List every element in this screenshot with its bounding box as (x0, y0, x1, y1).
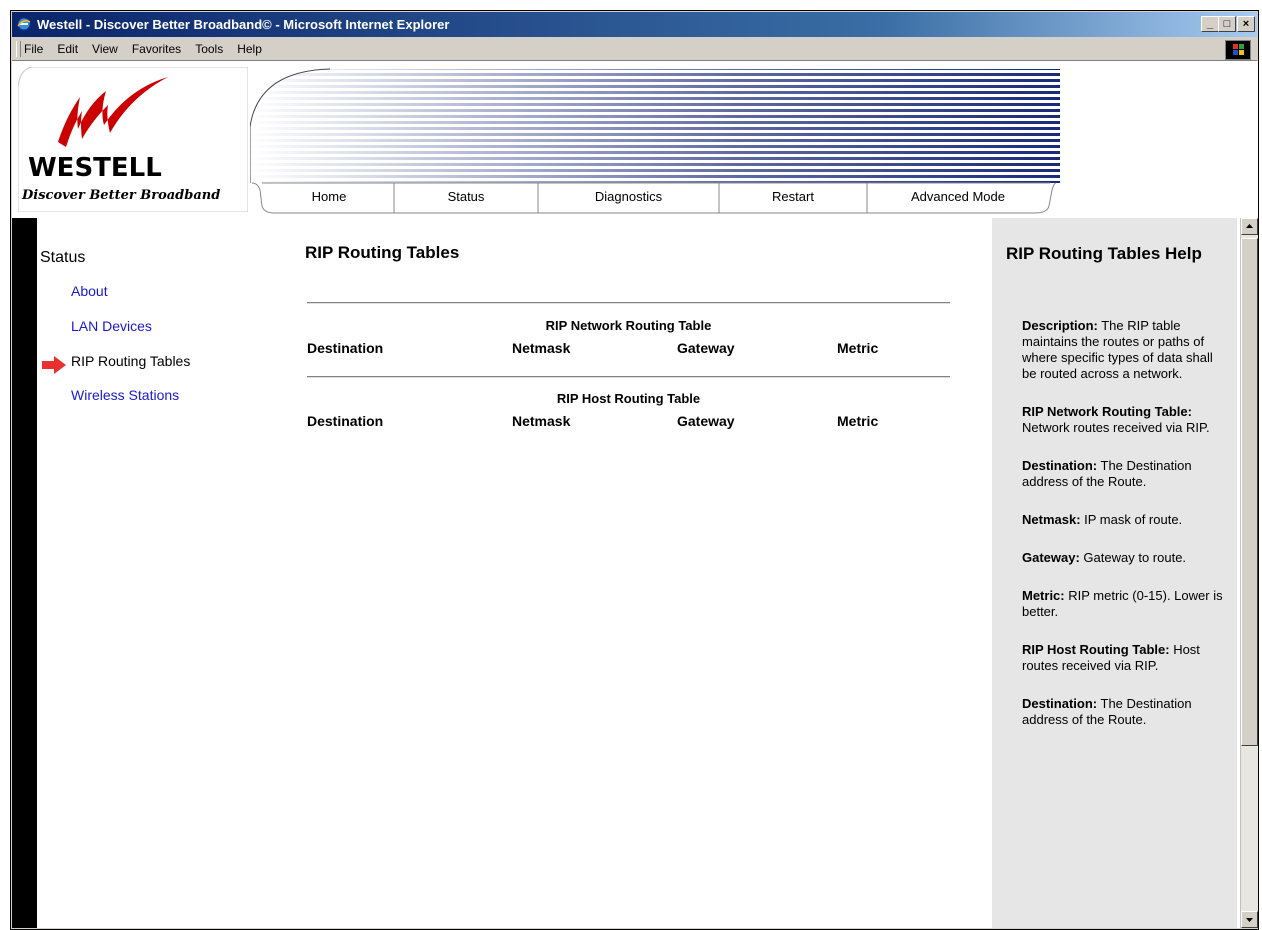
network-col-netmask: Netmask (512, 340, 571, 356)
help-term: Destination: (1022, 696, 1098, 711)
help-text: IP mask of route. (1080, 512, 1183, 527)
menu-view[interactable]: View (92, 42, 118, 56)
scroll-thumb[interactable] (1241, 238, 1258, 746)
close-button[interactable]: × (1237, 16, 1255, 32)
help-entry: Netmask: IP mask of route. (1022, 512, 1227, 528)
menu-file[interactable]: File (24, 42, 43, 56)
help-entry: Gateway: Gateway to route. (1022, 550, 1227, 566)
menu-favorites[interactable]: Favorites (132, 42, 181, 56)
help-entry: Metric: RIP metric (0-15). Lower is bett… (1022, 588, 1227, 620)
minimize-button[interactable]: _ (1201, 16, 1219, 32)
menu-tools[interactable]: Tools (195, 42, 223, 56)
help-term: Gateway: (1022, 550, 1080, 565)
network-col-metric: Metric (837, 340, 879, 356)
sidebar-item-about[interactable]: About (71, 283, 108, 299)
host-col-destination: Destination (307, 413, 384, 429)
help-term: Description: (1022, 318, 1098, 333)
main-content: RIP Routing Tables RIP Network Routing T… (287, 218, 987, 928)
main-nav-tabs: Home Status Diagnostics Restart Advanced… (250, 182, 1057, 214)
tab-home[interactable]: Home (264, 182, 394, 214)
tab-advanced-mode[interactable]: Advanced Mode (867, 182, 1049, 214)
brand-text: WESTELL (28, 153, 162, 183)
help-term: Netmask: (1022, 512, 1081, 527)
help-term: RIP Host Routing Table: (1022, 642, 1170, 657)
page-content: WESTELL Discover Better Broadband Home S… (12, 61, 1258, 928)
tagline: Discover Better Broadband (22, 188, 221, 203)
browser-window: Westell - Discover Better Broadband© - M… (10, 10, 1259, 930)
window-title: Westell - Discover Better Broadband© - M… (37, 17, 450, 32)
help-term: Destination: (1022, 458, 1098, 473)
tab-status[interactable]: Status (394, 182, 538, 214)
network-col-destination: Destination (307, 340, 384, 356)
sidebar-item-lan-devices[interactable]: LAN Devices (71, 318, 152, 334)
arrow-up-icon (1246, 224, 1253, 228)
help-panel: RIP Routing Tables Help Description: The… (992, 218, 1237, 928)
help-term: Metric: (1022, 588, 1065, 603)
help-entry: Destination: The Destination address of … (1022, 696, 1227, 728)
divider (307, 302, 950, 304)
page-header: WESTELL Discover Better Broadband Home S… (12, 61, 1258, 218)
sidebar-item-wireless-stations[interactable]: Wireless Stations (71, 387, 179, 403)
scroll-up-button[interactable] (1241, 218, 1258, 235)
divider (307, 376, 950, 378)
help-entry: Destination: The Destination address of … (1022, 458, 1227, 490)
network-col-gateway: Gateway (677, 340, 735, 356)
sidebar: Status About LAN Devices RIP Routing Tab… (37, 218, 287, 928)
help-text: Network routes received via RIP. (1022, 420, 1210, 435)
arrow-down-icon (1246, 918, 1253, 922)
vertical-scrollbar[interactable] (1240, 218, 1258, 928)
maximize-button[interactable]: □ (1218, 16, 1236, 32)
sidebar-heading: Status (40, 249, 86, 266)
tab-restart[interactable]: Restart (719, 182, 867, 214)
tab-diagnostics[interactable]: Diagnostics (538, 182, 719, 214)
host-col-gateway: Gateway (677, 413, 735, 429)
network-table-title: RIP Network Routing Table (545, 318, 712, 333)
left-border-strip (12, 218, 37, 928)
internet-explorer-icon (17, 17, 31, 31)
current-page-arrow-icon (42, 356, 66, 374)
host-col-netmask: Netmask (512, 413, 571, 429)
help-entry: RIP Network Routing Table: Network route… (1022, 404, 1227, 436)
page-title: RIP Routing Tables (305, 243, 460, 262)
help-entries: Description: The RIP table maintains the… (1022, 318, 1227, 750)
scroll-down-button[interactable] (1241, 911, 1258, 928)
help-term: RIP Network Routing Table: (1022, 404, 1192, 419)
help-title: RIP Routing Tables Help (1006, 244, 1202, 263)
help-entry: RIP Host Routing Table: Host routes rece… (1022, 642, 1227, 674)
sidebar-item-rip-routing-tables[interactable]: RIP Routing Tables (71, 353, 190, 369)
title-bar: Westell - Discover Better Broadband© - M… (12, 12, 1257, 37)
menu-bar: File Edit View Favorites Tools Help (12, 38, 1257, 61)
host-table-title: RIP Host Routing Table (556, 391, 701, 406)
windows-logo-icon (1225, 40, 1251, 60)
menu-edit[interactable]: Edit (57, 42, 78, 56)
host-col-metric: Metric (837, 413, 879, 429)
header-stripes (250, 68, 1060, 183)
menu-help[interactable]: Help (237, 42, 262, 56)
help-text: Gateway to route. (1079, 550, 1187, 565)
help-entry: Description: The RIP table maintains the… (1022, 318, 1227, 382)
toolbar-grip[interactable] (16, 41, 21, 57)
